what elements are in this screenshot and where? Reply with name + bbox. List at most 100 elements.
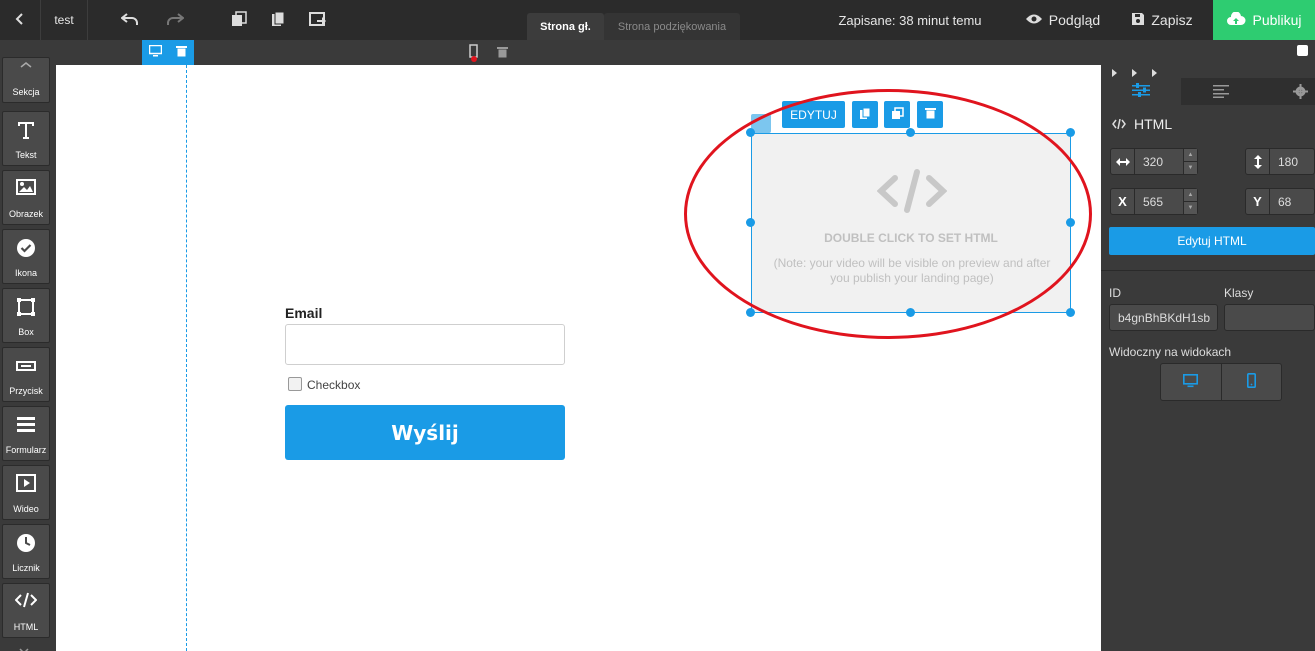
x-spinner[interactable]: ▲ ▼: [1183, 189, 1197, 214]
form-checkbox[interactable]: [288, 377, 302, 391]
close-icon[interactable]: [19, 644, 29, 651]
tool-image[interactable]: Obrazek: [2, 170, 50, 225]
tool-html[interactable]: HTML: [2, 583, 50, 638]
back-button[interactable]: [0, 0, 40, 40]
tool-box[interactable]: Box: [2, 288, 50, 343]
undo-button[interactable]: [115, 0, 145, 40]
save-label: Zapisz: [1151, 12, 1193, 28]
desktop-icon[interactable]: [148, 44, 163, 60]
tool-form[interactable]: Formularz: [2, 406, 50, 461]
chevron-left-icon: [14, 12, 26, 28]
section-view-controls: [142, 40, 194, 65]
mobile-icon[interactable]: [469, 44, 479, 65]
section-toolbar: [0, 40, 1315, 65]
visible-mobile-toggle[interactable]: [1220, 364, 1282, 400]
trash-icon[interactable]: [176, 45, 187, 60]
project-name[interactable]: test: [41, 0, 87, 40]
publish-label: Publikuj: [1252, 12, 1302, 28]
tab-thank-you-page[interactable]: Strona podziękowania: [604, 13, 740, 40]
id-label: ID: [1109, 286, 1121, 300]
visible-on-label: Widoczny na widokach: [1109, 345, 1232, 359]
redo-button[interactable]: [160, 0, 190, 40]
video-icon: [3, 474, 49, 492]
section-guide-line: [186, 65, 187, 651]
resize-handle[interactable]: [1066, 128, 1075, 137]
sliders-icon: [1132, 83, 1150, 100]
resize-handle[interactable]: [746, 308, 755, 317]
email-field[interactable]: [285, 324, 565, 365]
classes-field[interactable]: [1224, 304, 1315, 331]
tool-section[interactable]: Sekcja: [2, 57, 50, 103]
text-icon: [3, 120, 49, 140]
code-icon: [1112, 118, 1126, 132]
eye-icon: [1025, 12, 1043, 28]
save-button[interactable]: Zapisz: [1122, 0, 1202, 40]
visible-desktop-toggle[interactable]: [1161, 364, 1221, 400]
width-spinner[interactable]: ▲ ▼: [1183, 149, 1197, 174]
visibility-toggle-group: [1160, 363, 1282, 401]
box-icon: [3, 297, 49, 317]
classes-label: Klasy: [1224, 286, 1254, 300]
resize-handle[interactable]: [1066, 308, 1075, 317]
id-field[interactable]: b4gnBhBKdH1sb: [1109, 304, 1218, 331]
element-toolbar: Sekcja Tekst Obrazek Ikona Box Przycisk: [0, 57, 56, 651]
clock-icon: [3, 533, 49, 553]
undo-icon: [120, 11, 139, 30]
top-bar: test Strona gł. Strona podziękowania Zap…: [0, 0, 1315, 40]
submit-button[interactable]: Wyślij: [285, 405, 565, 460]
tool-button[interactable]: Przycisk: [2, 347, 50, 402]
tool-text[interactable]: Tekst: [2, 111, 50, 166]
floppy-disk-icon: [1131, 12, 1145, 29]
image-icon: [3, 179, 49, 195]
check-circle-icon: [3, 238, 49, 258]
y-field[interactable]: Y 68: [1245, 188, 1315, 215]
tab-style[interactable]: [1101, 78, 1181, 105]
panel-checkbox[interactable]: [1297, 45, 1308, 56]
section-icon: [3, 62, 49, 68]
highlight-annotation: [684, 89, 1092, 339]
align-left-icon: [1213, 85, 1229, 101]
tool-counter[interactable]: Licznik: [2, 524, 50, 579]
trash-icon[interactable]: [497, 46, 508, 61]
desktop-icon: [1183, 373, 1199, 391]
redo-icon: [166, 11, 185, 30]
tab-align[interactable]: [1213, 85, 1229, 101]
publish-button[interactable]: Publikuj: [1213, 0, 1315, 40]
mobile-icon: [1246, 373, 1256, 391]
saved-status: Zapisane: 38 minut temu: [838, 12, 982, 28]
width-value: 320: [1143, 154, 1164, 169]
duplicate-icon: [231, 10, 247, 30]
paste-button[interactable]: [303, 0, 333, 40]
vertical-arrows-icon: [1246, 149, 1270, 174]
y-label: Y: [1246, 189, 1270, 214]
paste-icon: [309, 11, 327, 30]
email-label: Email: [285, 305, 323, 321]
height-field[interactable]: 180: [1245, 148, 1315, 175]
gear-icon: [1293, 84, 1308, 102]
cloud-upload-icon: [1226, 10, 1246, 29]
form-icon: [3, 415, 49, 435]
width-field[interactable]: 320 ▲ ▼: [1110, 148, 1198, 175]
checkbox-label: Checkbox: [307, 378, 361, 392]
duplicate-button[interactable]: [224, 0, 254, 40]
height-value: 180: [1278, 154, 1299, 169]
panel-divider: [1101, 270, 1315, 271]
y-value: 68: [1278, 194, 1292, 209]
tool-icon[interactable]: Ikona: [2, 229, 50, 284]
tab-settings[interactable]: [1293, 84, 1308, 102]
tool-video[interactable]: Wideo: [2, 465, 50, 520]
tab-home-page[interactable]: Strona gł.: [527, 13, 604, 40]
panel-section-title: HTML: [1134, 116, 1173, 132]
button-icon: [3, 361, 49, 371]
x-value: 565: [1143, 194, 1164, 209]
copy-icon: [270, 11, 286, 30]
id-value: b4gnBhBKdH1sb: [1118, 310, 1211, 325]
horizontal-arrows-icon: [1111, 149, 1135, 174]
x-field[interactable]: X 565 ▲ ▼: [1110, 188, 1198, 215]
preview-button[interactable]: Podgląd: [1020, 0, 1105, 40]
preview-label: Podgląd: [1048, 12, 1101, 28]
copy-button[interactable]: [263, 0, 293, 40]
x-label: X: [1111, 189, 1135, 214]
code-icon: [3, 592, 49, 608]
edit-html-button[interactable]: Edytuj HTML: [1109, 227, 1315, 255]
